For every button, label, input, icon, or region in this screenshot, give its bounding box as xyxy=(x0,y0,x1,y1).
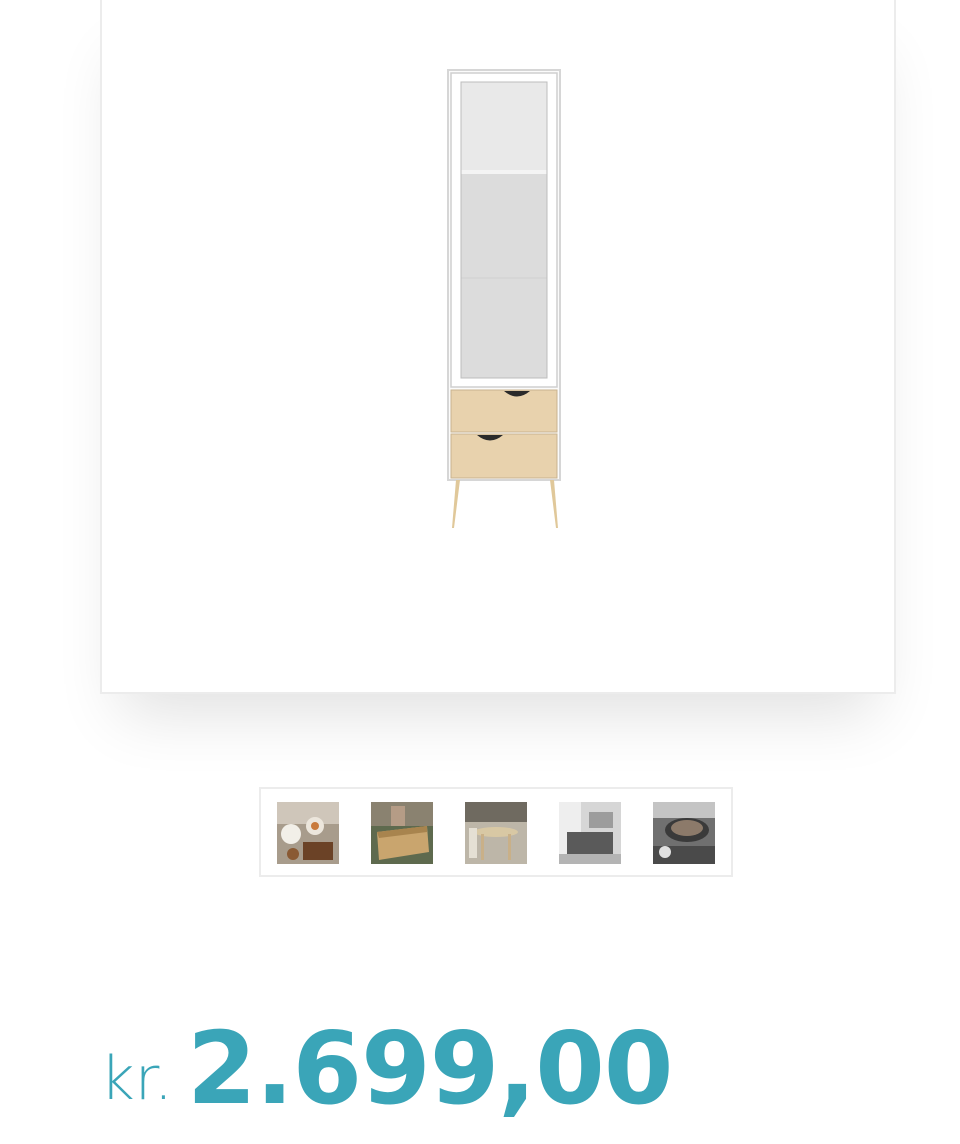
thumbnail-2[interactable] xyxy=(371,802,433,864)
price-amount: 2.699,00 xyxy=(186,1010,673,1127)
wooden-drawer-thumbnail-image xyxy=(371,802,433,864)
cabinet-product-image xyxy=(447,69,561,528)
price-currency: kr. xyxy=(100,1044,173,1114)
side-table-thumbnail-image xyxy=(465,802,527,864)
product-price: kr. 2.699,00 xyxy=(100,1010,673,1130)
thumbnail-strip xyxy=(259,787,733,877)
thumbnail-4[interactable] xyxy=(559,802,621,864)
tableware-thumbnail-image xyxy=(277,802,339,864)
thumbnail-1[interactable] xyxy=(277,802,339,864)
kitchenware-thumbnail-image xyxy=(653,802,715,864)
thumbnail-5[interactable] xyxy=(653,802,715,864)
thumbnail-3[interactable] xyxy=(465,802,527,864)
main-product-image-frame[interactable] xyxy=(100,0,896,694)
living-room-thumbnail-image xyxy=(559,802,621,864)
